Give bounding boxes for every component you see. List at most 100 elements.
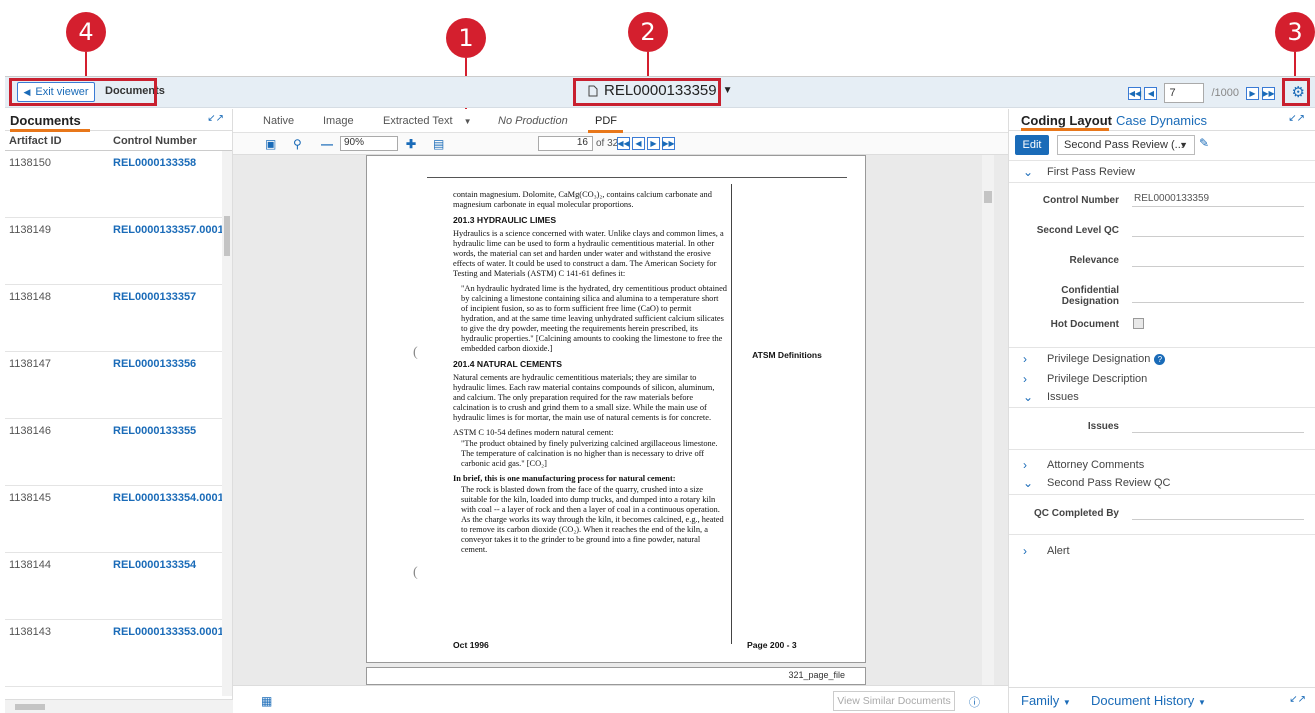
section-attorney-comments[interactable]: › Attorney Comments <box>1023 458 1144 472</box>
layout-select[interactable]: Second Pass Review (... ▼ <box>1057 135 1195 155</box>
zoom-in-icon[interactable]: ✚ <box>406 137 416 151</box>
table-row[interactable]: 1138143 REL0000133353.0001 <box>5 620 232 687</box>
control-number-link[interactable]: REL0000133353.0001 <box>113 626 224 638</box>
section-privilege-description[interactable]: › Privilege Description <box>1023 372 1147 386</box>
control-number-label: Control Number <box>1042 195 1119 206</box>
help-icon[interactable]: ? <box>1154 354 1166 365</box>
tab-pdf[interactable]: PDF <box>595 115 617 127</box>
table-row[interactable]: 1138146 REL0000133355 <box>5 419 232 486</box>
chevron-right-icon: › <box>1023 352 1027 366</box>
issues-label: Issues <box>1087 421 1119 432</box>
family-label: Family <box>1021 693 1060 708</box>
collapse-icon[interactable]: ↙↗ <box>1288 113 1305 124</box>
control-number-link[interactable]: REL0000133357 <box>113 291 196 303</box>
coding-panel-header: Coding Layout Case Dynamics ↙↗ <box>1009 109 1315 131</box>
page-body: contain magnesium. Dolomite, CaMg(CO₃)₂,… <box>453 190 727 560</box>
scrollbar-thumb[interactable] <box>15 704 45 710</box>
document-index-input[interactable]: 7 <box>1164 83 1205 103</box>
family-dropdown[interactable]: Family ▼ <box>1021 693 1071 708</box>
section-issues[interactable]: ⌄ Issues <box>1023 390 1079 404</box>
collapse-icon[interactable]: ↙↗ <box>207 113 224 124</box>
relevance-field[interactable] <box>1132 253 1304 267</box>
highlight-3 <box>1282 78 1310 106</box>
section-privilege-designation[interactable]: › Privilege Designation? <box>1023 352 1166 366</box>
zoom-out-icon[interactable]: — <box>321 137 333 151</box>
second-level-qc-label: Second Level QC <box>1036 225 1119 236</box>
divider <box>1009 407 1315 408</box>
table-row[interactable]: 1138144 REL0000133354 <box>5 553 232 620</box>
next-document-icon[interactable]: ▶ <box>1246 86 1259 100</box>
table-row[interactable]: 1138147 REL0000133356 <box>5 352 232 419</box>
chevron-right-icon: › <box>1023 458 1027 472</box>
search-icon[interactable]: ⚲ <box>293 137 302 151</box>
artifact-id: 1138147 <box>9 358 52 370</box>
issues-field[interactable] <box>1132 419 1304 433</box>
documents-horizontal-scrollbar[interactable] <box>5 699 233 713</box>
first-page-icon[interactable]: ◀◀ <box>617 137 630 150</box>
tab-no-production[interactable]: No Production <box>498 115 568 127</box>
first-document-icon[interactable]: ◀◀ <box>1128 86 1142 100</box>
artifact-id: 1138146 <box>9 425 52 437</box>
documents-panel-title[interactable]: Documents <box>10 113 90 132</box>
column-control-number[interactable]: Control Number <box>113 135 197 147</box>
control-number-link[interactable]: REL0000133354 <box>113 559 196 571</box>
page-number-input[interactable]: 16 <box>538 136 593 151</box>
confidential-designation-field[interactable] <box>1132 289 1304 303</box>
edit-button[interactable]: Edit <box>1015 135 1049 155</box>
divider <box>1009 160 1315 161</box>
tab-native[interactable]: Native <box>263 115 294 127</box>
tab-coding-layout[interactable]: Coding Layout <box>1021 113 1112 128</box>
table-row[interactable]: 1138148 REL0000133357 <box>5 285 232 352</box>
zoom-input[interactable]: 90% <box>340 136 398 151</box>
scrollbar-thumb[interactable] <box>224 216 230 256</box>
divider <box>1009 534 1315 535</box>
table-row[interactable]: 1138149 REL0000133357.0001 <box>5 218 232 285</box>
next-page-icon[interactable]: ▶ <box>647 137 660 150</box>
section-first-pass-review[interactable]: ⌄ First Pass Review <box>1023 165 1135 179</box>
expand-icon[interactable]: ↙↗ <box>1289 694 1306 705</box>
related-items-icon[interactable]: ▦ <box>261 694 272 708</box>
page-paragraph: Hydraulics is a science concerned with w… <box>453 229 724 278</box>
second-level-qc-field[interactable] <box>1132 223 1304 237</box>
chevron-down-icon: ▼ <box>722 85 733 96</box>
chevron-right-icon: › <box>1023 544 1027 558</box>
last-page-icon[interactable]: ▶▶ <box>662 137 675 150</box>
hot-document-checkbox[interactable] <box>1133 318 1144 329</box>
pdf-canvas[interactable]: contain magnesium. Dolomite, CaMg(CO₃)₂,… <box>233 155 1008 685</box>
section-alert[interactable]: › Alert <box>1023 544 1070 558</box>
chevron-down-icon: ▼ <box>1179 140 1188 150</box>
control-number-link[interactable]: REL0000133358 <box>113 157 196 169</box>
page-heading: 201.3 HYDRAULIC LIMES <box>453 215 557 225</box>
previous-page-icon[interactable]: ◀ <box>632 137 645 150</box>
divider <box>1009 494 1315 495</box>
coding-panel-footer: Family ▼ Document History ▼ ↙↗ <box>1009 687 1315 713</box>
qc-completed-by-field[interactable] <box>1132 506 1304 520</box>
documents-panel: Documents ↙↗ Artifact ID Control Number … <box>5 109 233 713</box>
layout-select-value: Second Pass Review (... <box>1064 139 1184 151</box>
table-row[interactable]: 1138145 REL0000133354.0001 <box>5 486 232 553</box>
table-row[interactable]: 1138150 REL0000133358 <box>5 151 232 218</box>
info-icon[interactable]: ⓘ <box>969 694 980 710</box>
control-number-link[interactable]: REL0000133354.0001 <box>113 492 224 504</box>
section-label: Issues <box>1047 391 1079 403</box>
last-document-icon[interactable]: ▶▶ <box>1262 86 1275 100</box>
viewer-vertical-scrollbar[interactable] <box>982 155 994 685</box>
documents-vertical-scrollbar[interactable] <box>222 151 232 696</box>
thumbnails-icon[interactable]: ▣ <box>265 137 276 151</box>
tab-extracted-text[interactable]: Extracted Text ▼ <box>383 115 471 127</box>
pencil-icon[interactable]: ✎ <box>1199 136 1209 150</box>
control-number-link[interactable]: REL0000133356 <box>113 358 196 370</box>
tab-image[interactable]: Image <box>323 115 354 127</box>
tab-case-dynamics[interactable]: Case Dynamics <box>1116 113 1207 128</box>
callout-4: 4 <box>66 12 106 52</box>
column-artifact-id[interactable]: Artifact ID <box>9 135 62 147</box>
section-second-pass-review-qc[interactable]: ⌄ Second Pass Review QC <box>1023 476 1171 490</box>
document-history-dropdown[interactable]: Document History ▼ <box>1091 693 1206 708</box>
section-label: Alert <box>1047 545 1070 557</box>
fit-page-icon[interactable]: ▤ <box>433 137 444 151</box>
previous-document-icon[interactable]: ◀ <box>1144 86 1158 100</box>
control-number-link[interactable]: REL0000133357.0001 <box>113 224 224 236</box>
view-similar-documents-button[interactable]: View Similar Documents <box>833 691 955 711</box>
scrollbar-thumb[interactable] <box>984 191 992 203</box>
control-number-link[interactable]: REL0000133355 <box>113 425 196 437</box>
